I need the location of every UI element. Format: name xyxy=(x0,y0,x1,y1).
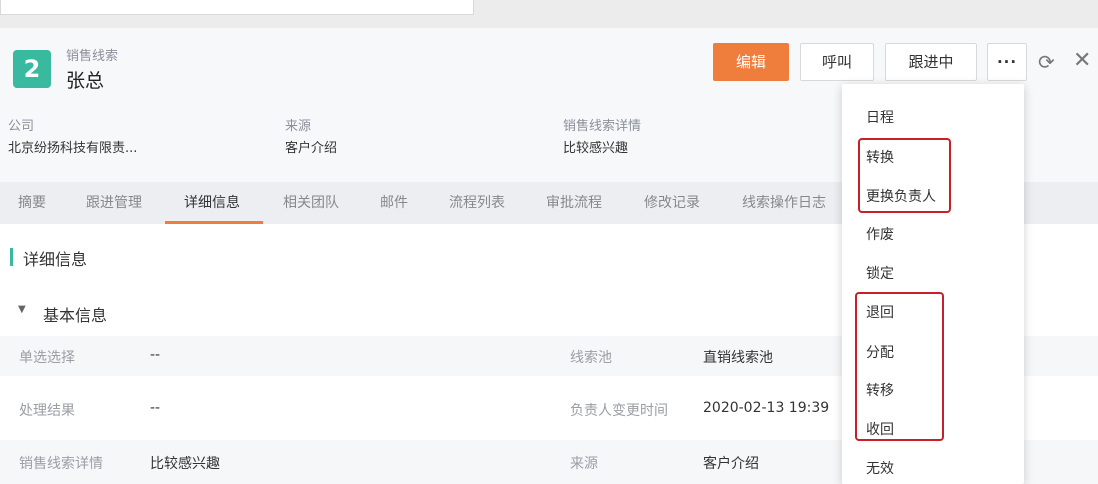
tab-approval[interactable]: 审批流程 xyxy=(546,192,602,212)
tab-details[interactable]: 详细信息 xyxy=(184,192,240,212)
source-label: 来源 xyxy=(285,119,312,134)
stage-button[interactable]: 跟进中 xyxy=(885,43,977,81)
field-label: 单选选择 xyxy=(19,350,75,366)
field-label: 线索池 xyxy=(570,350,612,366)
highlight-box xyxy=(855,292,944,441)
tab-process-list[interactable]: 流程列表 xyxy=(449,192,505,212)
more-button[interactable]: ··· xyxy=(987,43,1027,81)
section-accent-bar xyxy=(10,248,13,266)
field-label: 销售线索详情 xyxy=(19,456,103,472)
field-label: 负责人变更时间 xyxy=(570,403,668,419)
tab-summary[interactable]: 摘要 xyxy=(18,192,46,212)
field-value: -- xyxy=(150,400,161,416)
field-label: 来源 xyxy=(570,456,598,472)
field-value: 2020-02-13 19:39 xyxy=(703,400,830,416)
object-type-label: 销售线索 xyxy=(66,49,119,64)
field-value: 比较感兴趣 xyxy=(150,456,220,472)
highlight-box xyxy=(858,138,951,213)
menu-item-invalid[interactable]: 无效 xyxy=(866,458,894,478)
group-title[interactable]: 基本信息 xyxy=(43,302,107,326)
field-value: 直销线索池 xyxy=(703,350,773,366)
tab-history[interactable]: 修改记录 xyxy=(644,192,700,212)
lead-detail-value: 比较感兴趣 xyxy=(563,141,629,156)
section-title: 详细信息 xyxy=(23,250,88,269)
company-label: 公司 xyxy=(8,119,35,134)
field-value: -- xyxy=(150,347,161,363)
company-value: 北京纷扬科技有限责... xyxy=(8,141,138,156)
collapse-arrow-icon[interactable]: ▼ xyxy=(18,304,26,315)
record-logo-icon: 2 xyxy=(13,50,51,88)
refresh-icon[interactable]: ⟳ xyxy=(1038,50,1055,74)
top-panel xyxy=(0,0,474,15)
call-button[interactable]: 呼叫 xyxy=(800,43,874,81)
field-label: 处理结果 xyxy=(19,403,75,419)
lead-detail-label: 销售线索详情 xyxy=(563,119,642,134)
close-icon[interactable]: ✕ xyxy=(1073,48,1091,73)
tab-mail[interactable]: 邮件 xyxy=(380,192,408,212)
menu-item-lock[interactable]: 锁定 xyxy=(866,263,894,283)
source-value: 客户介绍 xyxy=(285,141,338,156)
tab-operation-log[interactable]: 线索操作日志 xyxy=(742,192,826,212)
edit-button[interactable]: 编辑 xyxy=(713,43,789,81)
tab-team[interactable]: 相关团队 xyxy=(283,192,339,212)
menu-item-schedule[interactable]: 日程 xyxy=(866,107,894,127)
menu-item-void[interactable]: 作废 xyxy=(866,224,894,244)
field-value: 客户介绍 xyxy=(703,456,759,472)
tab-followup[interactable]: 跟进管理 xyxy=(86,192,142,212)
record-title: 张总 xyxy=(66,70,105,92)
